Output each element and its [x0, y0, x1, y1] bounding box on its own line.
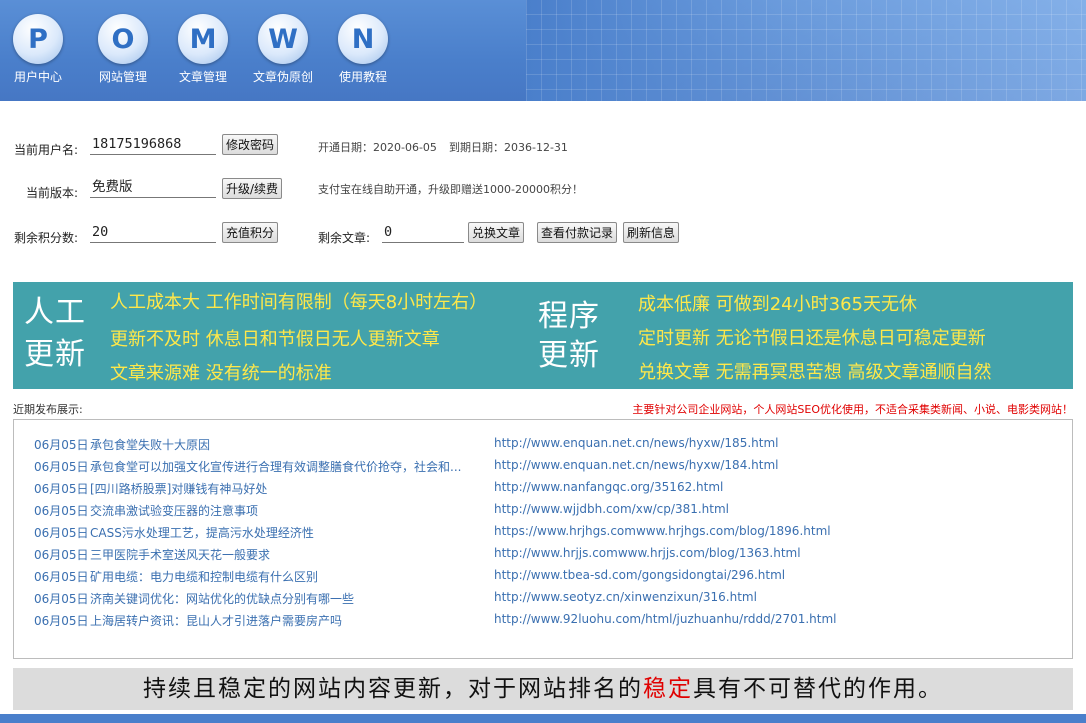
payment-records-button[interactable]: 查看付款记录 [537, 222, 618, 243]
m-icon: M [178, 14, 228, 64]
nav-article-rewrite[interactable]: W 文章伪原创 [248, 14, 318, 85]
post-url-link[interactable]: http://www.nanfangqc.org/35162.html [494, 480, 723, 494]
username-field[interactable] [90, 133, 216, 155]
change-password-button[interactable]: 修改密码 [222, 134, 279, 155]
post-date: 06月05日 [34, 570, 89, 584]
post-title-link[interactable]: 济南关键词优化：网站优化的优缺点分别有哪一些 [90, 590, 354, 607]
list-item: 06月05日 矿用电缆：电力电缆和控制电缆有什么区别 http://www.tb… [34, 568, 1054, 590]
nav-label: 用户中心 [13, 70, 62, 84]
program-point: 兑换文章 无需再冥思苦想 高级文章通顺自然 [638, 362, 992, 383]
post-url-link[interactable]: http://www.wjjdbh.com/xw/cp/381.html [494, 502, 729, 516]
header: P 用户中心 O 网站管理 M 文章管理 W 文章伪原创 N 使用教程 [0, 0, 1086, 101]
nav-label: 使用教程 [338, 70, 387, 84]
post-url-link[interactable]: http://www.92luohu.com/html/juzhuanhu/rd… [494, 612, 837, 626]
nav-user-center[interactable]: P 用户中心 [3, 14, 73, 85]
nav-site-management[interactable]: O 网站管理 [88, 14, 158, 85]
post-date: 06月05日 [34, 482, 89, 496]
slogan-bar: 持续且稳定的网站内容更新，对于网站排名的稳定具有不可替代的作用。 [13, 668, 1073, 710]
upgrade-button[interactable]: 升级/续费 [222, 178, 283, 199]
account-info-panel: 当前用户名: 修改密码 开通日期：2020-06-05 到期日期：2036-12… [0, 101, 1086, 271]
refresh-info-button[interactable]: 刷新信息 [623, 222, 680, 243]
nav-article-management[interactable]: M 文章管理 [168, 14, 238, 85]
post-date: 06月05日 [34, 504, 89, 518]
post-date: 06月05日 [34, 438, 89, 452]
list-item: 06月05日 交流串激试验变压器的注意事项 http://www.wjjdbh.… [34, 502, 1054, 524]
footer-strip [0, 714, 1086, 723]
n-icon: N [338, 14, 388, 64]
w-icon: W [258, 14, 308, 64]
exchange-articles-button[interactable]: 兑换文章 [468, 222, 525, 243]
post-title-link[interactable]: 承包食堂失败十大原因 [90, 436, 210, 453]
post-title-link[interactable]: 三甲医院手术室送风天花一般要求 [90, 546, 270, 563]
list-item: 06月05日 CASS污水处理工艺，提高污水处理经济性 https://www.… [34, 524, 1054, 546]
manual-point: 文章来源难 没有统一的标准 [110, 363, 332, 384]
post-url-link[interactable]: https://www.hrjhgs.comwww.hrjhgs.com/blo… [494, 524, 831, 538]
post-date: 06月05日 [34, 526, 89, 540]
list-item: 06月05日 承包食堂失败十大原因 http://www.enquan.net.… [34, 436, 1054, 458]
program-point: 成本低廉 可做到24小时365天无休 [638, 294, 917, 315]
post-date: 06月05日 [34, 614, 89, 628]
o-icon: O [98, 14, 148, 64]
open-date: 开通日期：2020-06-05 [318, 141, 437, 154]
program-point: 定时更新 无论节假日还是休息日可稳定更新 [638, 328, 986, 349]
post-date: 06月05日 [34, 592, 89, 606]
manual-update-title-line1: 人工 [24, 295, 86, 330]
program-update-title-line2: 更新 [538, 338, 600, 373]
list-item: 06月05日 承包食堂可以加强文化宣传进行合理有效调整膳食代价抢夺，社会和...… [34, 458, 1054, 480]
post-url-link[interactable]: http://www.seotyz.cn/xinwenzixun/316.htm… [494, 590, 757, 604]
nav-label: 文章管理 [178, 70, 227, 84]
post-date: 06月05日 [34, 460, 89, 474]
p-icon: P [13, 14, 63, 64]
post-date: 06月05日 [34, 548, 89, 562]
post-title-link[interactable]: 上海居转户资讯：昆山人才引进落户需要房产吗 [90, 612, 342, 629]
program-update-title-line1: 程序 [538, 299, 600, 334]
nav-label: 文章伪原创 [252, 70, 313, 84]
post-url-link[interactable]: http://www.enquan.net.cn/news/hyxw/184.h… [494, 458, 778, 472]
username-label: 当前用户名: [14, 143, 79, 157]
slogan-text-end: 具有不可替代的作用。 [693, 676, 943, 702]
list-item: 06月05日 上海居转户资讯：昆山人才引进落户需要房产吗 http://www.… [34, 612, 1054, 634]
recent-posts-list: 06月05日 承包食堂失败十大原因 http://www.enquan.net.… [13, 419, 1073, 659]
post-url-link[interactable]: http://www.enquan.net.cn/news/hyxw/185.h… [494, 436, 778, 450]
post-url-link[interactable]: http://www.tbea-sd.com/gongsidongtai/296… [494, 568, 785, 582]
version-label: 当前版本: [26, 186, 79, 200]
points-field[interactable] [90, 221, 216, 243]
recharge-button[interactable]: 充值积分 [222, 222, 279, 243]
post-title-link[interactable]: 交流串激试验变压器的注意事项 [90, 502, 258, 519]
header-mosaic-decoration [526, 0, 1086, 101]
manual-update-title-line2: 更新 [24, 337, 86, 372]
slogan-text: 持续且稳定的网站内容更新，对于网站排名的 [143, 676, 643, 702]
version-field[interactable] [90, 176, 216, 198]
list-item: 06月05日 济南关键词优化：网站优化的优缺点分别有哪一些 http://www… [34, 590, 1054, 612]
list-item: 06月05日 [四川路桥股票]对赚钱有神马好处 http://www.nanfa… [34, 480, 1054, 502]
post-url-link[interactable]: http://www.hrjjs.comwww.hrjjs.com/blog/1… [494, 546, 801, 560]
nav-tutorial[interactable]: N 使用教程 [328, 14, 398, 85]
points-label: 剩余积分数: [14, 231, 79, 245]
post-title-link[interactable]: 承包食堂可以加强文化宣传进行合理有效调整膳食代价抢夺，社会和... [90, 458, 461, 475]
recent-label: 近期发布展示: [13, 403, 83, 416]
upgrade-note: 支付宝在线自助开通，升级即赠送1000-20000积分！ [318, 183, 583, 196]
nav-label: 网站管理 [98, 70, 147, 84]
manual-point: 更新不及时 休息日和节假日无人更新文章 [110, 329, 440, 350]
slogan-highlight: 稳定 [643, 676, 693, 702]
post-title-link[interactable]: [四川路桥股票]对赚钱有神马好处 [90, 480, 267, 497]
list-item: 06月05日 三甲医院手术室送风天花一般要求 http://www.hrjjs.… [34, 546, 1054, 568]
recent-note: 主要针对公司企业网站，个人网站SEO优化使用，不适合采集类新闻、小说、电影类网站… [632, 403, 1073, 416]
expire-date: 到期日期：2036-12-31 [449, 141, 568, 154]
articles-label: 剩余文章: [318, 231, 371, 245]
post-title-link[interactable]: 矿用电缆：电力电缆和控制电缆有什么区别 [90, 568, 318, 585]
comparison-banner: 人工 更新 人工成本大 工作时间有限制（每天8小时左右） 更新不及时 休息日和节… [13, 282, 1073, 389]
articles-field[interactable] [382, 221, 464, 243]
manual-point: 人工成本大 工作时间有限制（每天8小时左右） [110, 292, 488, 313]
post-title-link[interactable]: CASS污水处理工艺，提高污水处理经济性 [90, 524, 314, 541]
